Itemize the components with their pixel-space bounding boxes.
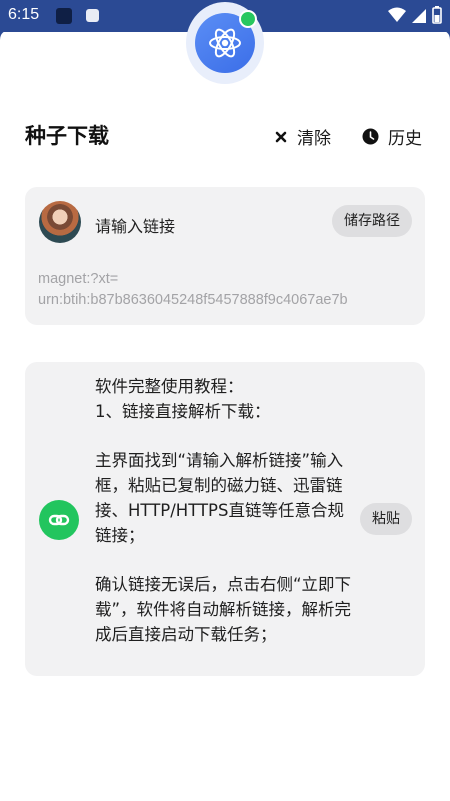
- tutorial-line: 主界面找到“请输入解析链接”输入框，粘贴已复制的磁力链、迅雷链接、HTTP/HT…: [95, 451, 344, 545]
- clock-icon: [362, 128, 379, 145]
- clear-button[interactable]: 清除: [274, 124, 331, 149]
- storage-path-button[interactable]: 储存路径: [332, 205, 412, 237]
- link-icon: [39, 500, 79, 540]
- magnet-line-2: urn:btih:b87b8636045248f5457888f9c4067ae…: [38, 292, 348, 308]
- avatar[interactable]: [39, 201, 81, 243]
- clear-label: 清除: [297, 129, 331, 149]
- paste-button[interactable]: 粘贴: [360, 503, 412, 535]
- history-button[interactable]: 历史: [362, 124, 422, 149]
- online-status-dot: [239, 10, 257, 28]
- app-logo-ring: [186, 2, 264, 84]
- tutorial-text: 软件完整使用教程： 1、链接直接解析下载： 主界面找到“请输入解析链接”输入框，…: [95, 374, 355, 647]
- tutorial-line: 软件完整使用教程：: [95, 377, 244, 396]
- magnet-line-1: magnet:?xt=: [38, 271, 119, 287]
- page-title: 种子下载: [25, 124, 109, 148]
- tutorial-line: 确认链接无误后，点击右侧“立即下载”，软件将自动解析链接，解析完成后直接启动下载…: [95, 575, 352, 644]
- tutorial-card: 软件完整使用教程： 1、链接直接解析下载： 主界面找到“请输入解析链接”输入框，…: [25, 362, 425, 676]
- close-icon: [275, 131, 287, 142]
- atom-icon: [209, 28, 241, 58]
- link-input-label: 请输入链接: [95, 217, 176, 236]
- app-logo: [195, 10, 257, 73]
- link-input-card: 请输入链接 储存路径 magnet:?xt= urn:btih:b87b8636…: [25, 187, 425, 325]
- tutorial-line: 1、链接直接解析下载：: [95, 402, 271, 421]
- magnet-link-input[interactable]: magnet:?xt= urn:btih:b87b8636045248f5457…: [38, 269, 413, 311]
- history-label: 历史: [388, 129, 422, 149]
